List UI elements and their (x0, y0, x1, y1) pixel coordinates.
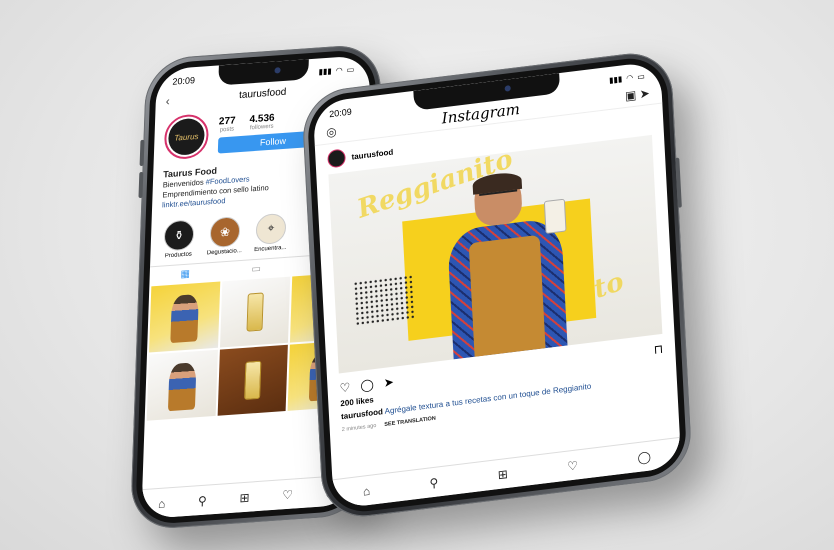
location-icon: ⌖ (255, 212, 287, 245)
add-icon[interactable]: ⊞ (239, 490, 250, 505)
highlight-degustacion[interactable]: ❀ Degustacio... (206, 215, 243, 256)
mockup-scene: 20:09 ▮▮▮ ◠ ▭ ‹ taurusfood Taurus 277 po… (0, 0, 834, 550)
post-figure (167, 362, 197, 411)
bottom-nav: ⌂ ⚲ ⊞ ♡ ◯ (332, 436, 682, 510)
author-username[interactable]: taurusfood (351, 147, 393, 161)
profile-username: taurusfood (238, 86, 287, 102)
status-time: 20:09 (328, 106, 352, 120)
activity-icon[interactable]: ♡ (567, 458, 578, 473)
search-icon[interactable]: ⚲ (198, 493, 207, 508)
heart-icon[interactable]: ♡ (339, 380, 350, 395)
grid-post[interactable] (219, 276, 291, 348)
wifi-icon: ◠ (335, 65, 343, 75)
stat-followers[interactable]: 4.536 followers (249, 112, 274, 131)
bottle-icon: ⚱ (163, 218, 195, 251)
home-icon[interactable]: ⌂ (158, 496, 166, 511)
direct-icon[interactable]: ➤ (639, 86, 650, 101)
highlight-label: Productos (164, 250, 192, 259)
chef-figure (433, 161, 579, 361)
front-camera (504, 85, 511, 92)
phone-post: 20:09 ▮▮▮ ◠ ▭ ◎ Instagram ▣ ➤ taurusfood (301, 48, 693, 522)
highlight-label: Degustacio... (206, 247, 242, 256)
status-time: 20:09 (172, 75, 196, 87)
battery-icon: ▭ (636, 71, 646, 82)
add-icon[interactable]: ⊞ (497, 466, 508, 481)
post-product (246, 292, 265, 333)
activity-icon[interactable]: ♡ (282, 487, 293, 502)
post-figure (169, 294, 199, 343)
camera-icon[interactable]: ◎ (326, 124, 337, 139)
chef-apron (469, 234, 546, 357)
highlight-encuentra[interactable]: ⌖ Encuentra... (252, 212, 289, 253)
igtv-tab-icon[interactable]: ▭ (251, 263, 261, 275)
highlight-productos[interactable]: ⚱ Productos (160, 218, 197, 260)
front-camera (274, 67, 281, 74)
battery-icon: ▭ (346, 64, 355, 75)
grid-view-icon[interactable]: ▦ (180, 268, 190, 280)
signal-icon: ▮▮▮ (318, 66, 332, 76)
header-actions: ▣ ➤ (625, 86, 650, 103)
cheese-jar (543, 198, 567, 234)
volume-up-button (139, 139, 145, 167)
stat-followers-label: followers (249, 123, 274, 131)
post-screen: 20:09 ▮▮▮ ◠ ▭ ◎ Instagram ▣ ➤ taurusfood (312, 60, 682, 510)
wifi-icon: ◠ (626, 72, 634, 83)
post-time: 2 minutes ago (341, 422, 377, 433)
caption-username[interactable]: taurusfood (341, 407, 383, 421)
dot-pattern (353, 274, 415, 326)
volume-down-button (138, 171, 144, 199)
signal-icon: ▮▮▮ (608, 73, 623, 85)
status-icons: ▮▮▮ ◠ ▭ (318, 64, 354, 76)
post-image[interactable]: Reggianito Reggianito (328, 134, 663, 374)
stat-posts-count: 277 (218, 114, 236, 128)
avatar-logo: Taurus (167, 117, 206, 157)
post-product (243, 360, 262, 401)
stat-posts[interactable]: 277 posts (218, 114, 236, 133)
back-arrow-icon[interactable]: ‹ (166, 93, 170, 107)
search-icon[interactable]: ⚲ (429, 475, 439, 490)
highlight-label: Encuentra... (254, 244, 287, 253)
comment-icon[interactable]: ◯ (360, 377, 374, 393)
power-button (675, 157, 682, 208)
home-icon[interactable]: ⌂ (363, 483, 371, 498)
profile-icon[interactable]: ◯ (637, 449, 651, 465)
igtv-icon[interactable]: ▣ (625, 88, 637, 103)
food-icon: ❀ (209, 215, 241, 248)
grid-post[interactable] (149, 281, 220, 353)
bookmark-icon[interactable]: ⊓ (653, 342, 663, 357)
grid-post[interactable] (217, 344, 289, 416)
share-icon[interactable]: ➤ (383, 375, 394, 390)
author-avatar[interactable] (327, 148, 347, 169)
grid-post[interactable] (146, 349, 218, 421)
stat-posts-label: posts (219, 125, 235, 133)
profile-avatar[interactable]: Taurus (163, 113, 210, 161)
